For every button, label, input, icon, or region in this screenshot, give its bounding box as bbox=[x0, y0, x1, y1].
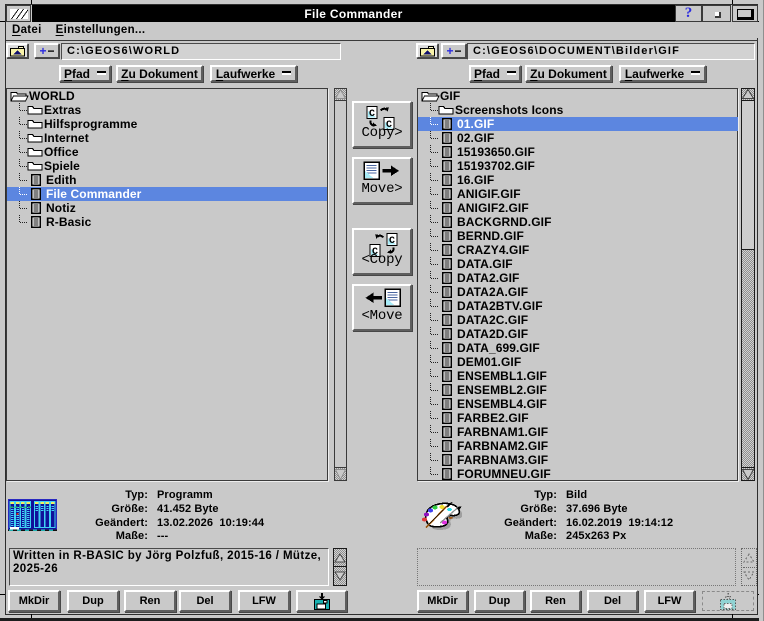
svg-text:C: C bbox=[369, 109, 375, 120]
svg-text:C: C bbox=[389, 236, 395, 247]
